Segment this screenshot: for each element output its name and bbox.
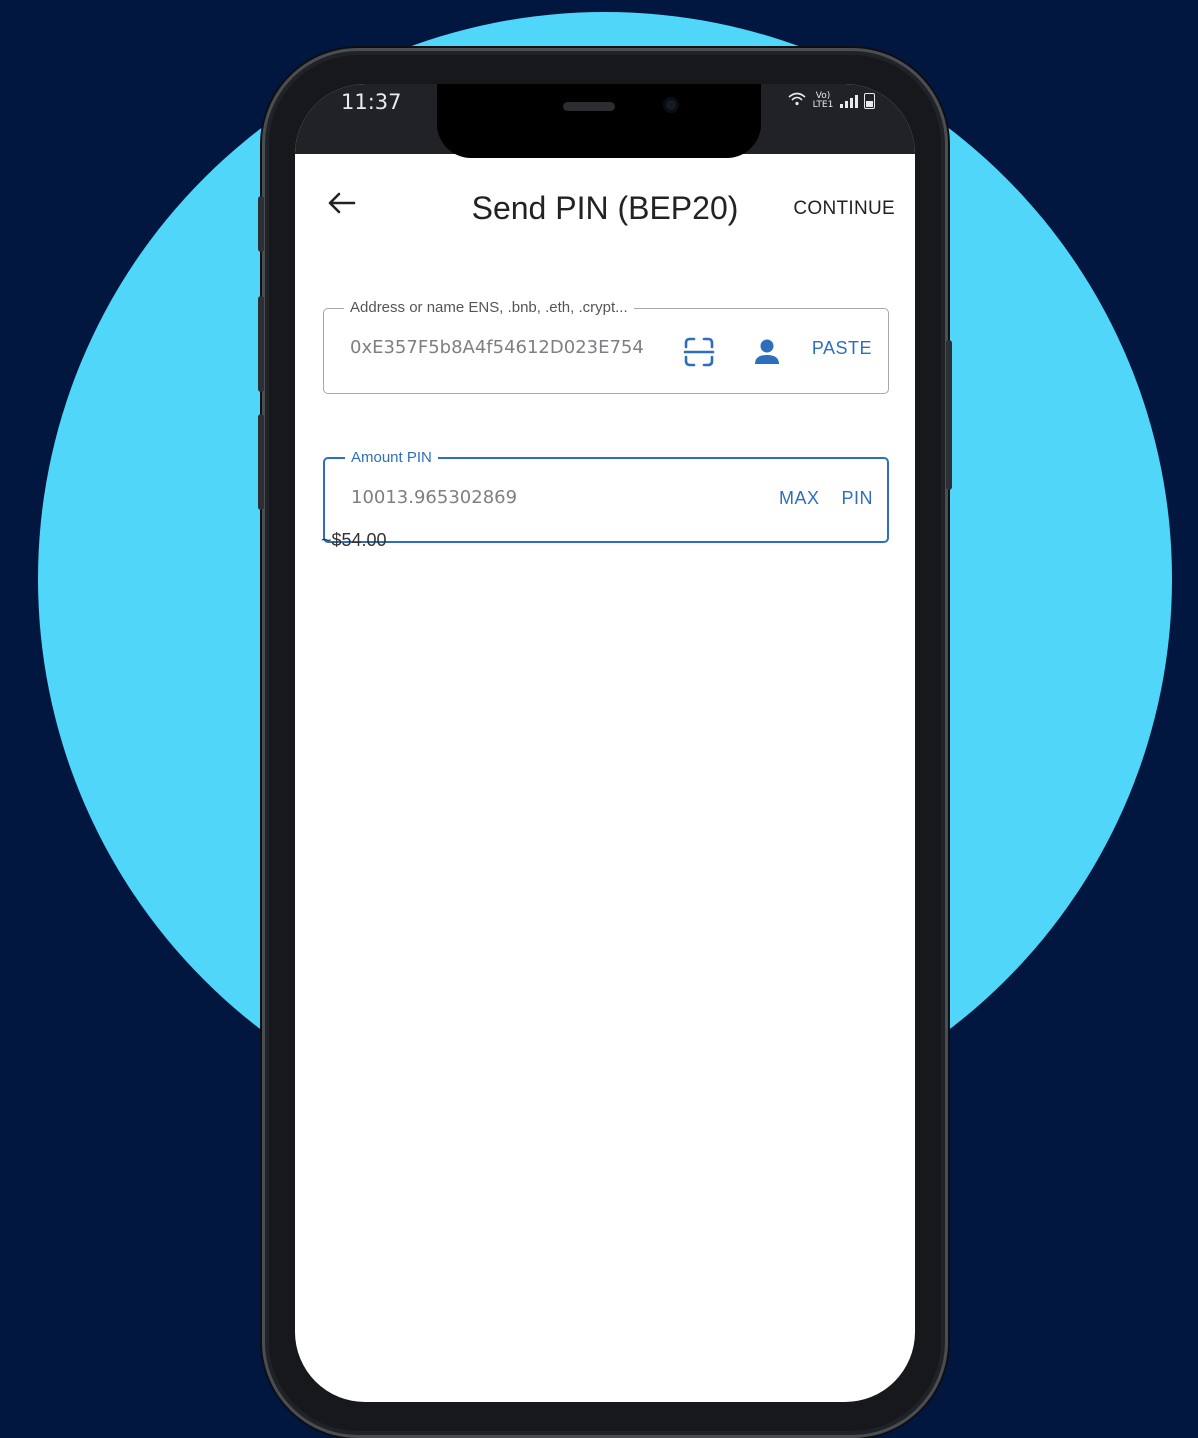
status-bar: 11:37 Vo) LTE1 (295, 84, 915, 158)
amount-field[interactable]: Amount PIN 10013.965302869 MAX PIN (323, 449, 889, 543)
phone-power-button (946, 340, 952, 490)
phone-screen: 11:37 Vo) LTE1 Send PIN (BEP20) CONTINUE… (295, 84, 915, 1402)
currency-label: PIN (841, 488, 873, 508)
phone-frame: 11:37 Vo) LTE1 Send PIN (BEP20) CONTINUE… (258, 48, 952, 1438)
phone-mute-switch (258, 196, 264, 252)
wifi-icon (788, 92, 806, 110)
fiat-estimate: ~$54.00 (321, 530, 387, 550)
notch (437, 84, 761, 158)
speaker (563, 102, 615, 111)
contact-icon[interactable] (750, 335, 784, 369)
phone-volume-down (258, 414, 264, 510)
signal-icon (840, 94, 858, 108)
continue-button[interactable]: CONTINUE (793, 198, 895, 220)
paste-button[interactable]: PASTE (812, 338, 872, 359)
status-time: 11:37 (341, 90, 402, 114)
front-camera (663, 97, 679, 113)
amount-input[interactable]: 10013.965302869 (351, 487, 517, 508)
scan-qr-icon[interactable] (682, 335, 716, 369)
address-field-label: Address or name ENS, .bnb, .eth, .crypt.… (344, 299, 634, 316)
network-type-label: Vo) LTE1 (812, 91, 834, 110)
max-button[interactable]: MAX (779, 488, 820, 509)
amount-field-label: Amount PIN (345, 449, 438, 466)
app-header: Send PIN (BEP20) CONTINUE (295, 154, 915, 254)
address-field[interactable]: Address or name ENS, .bnb, .eth, .crypt.… (323, 299, 889, 394)
address-input[interactable]: 0xE357F5b8A4f54612D023E754 (350, 337, 680, 358)
status-icons: Vo) LTE1 (788, 92, 875, 110)
battery-icon (864, 93, 875, 109)
phone-volume-up (258, 296, 264, 392)
